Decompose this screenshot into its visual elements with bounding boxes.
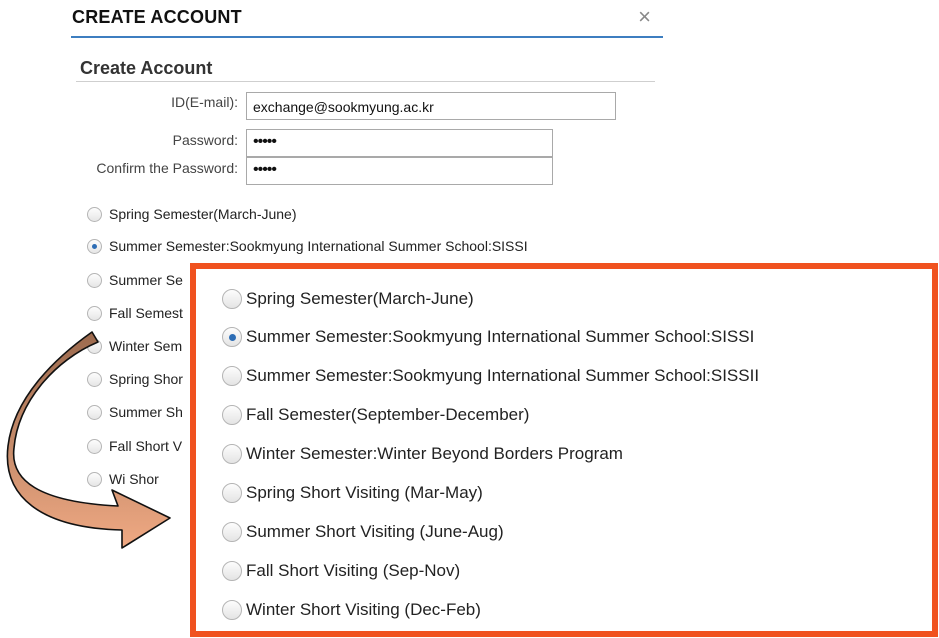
- radio-summer-short-zoom[interactable]: [222, 522, 242, 542]
- option-label: Fall Semest: [109, 305, 183, 321]
- option-label-zoom: Summer Short Visiting (June-Aug): [246, 522, 504, 541]
- option-label-zoom: Fall Short Visiting (Sep-Nov): [246, 561, 461, 580]
- section-title: Create Account: [80, 58, 213, 78]
- section-divider: [76, 81, 655, 82]
- option-label-zoom: Spring Short Visiting (Mar-May): [246, 483, 483, 502]
- dialog-header: CREATE ACCOUNT ×: [71, 0, 663, 38]
- dialog-title: CREATE ACCOUNT: [72, 7, 242, 27]
- close-button[interactable]: ×: [638, 4, 651, 30]
- radio-fall-semester-zoom[interactable]: [222, 405, 242, 425]
- option-label-zoom: Winter Short Visiting (Dec-Feb): [246, 600, 481, 619]
- option-label-zoom: Fall Semester(September-December): [246, 405, 530, 424]
- confirm-password-input[interactable]: •••••: [246, 157, 553, 185]
- radio-winter-semester-zoom[interactable]: [222, 444, 242, 464]
- password-label: Password:: [172, 132, 238, 148]
- option-label: Summer Se: [109, 272, 183, 288]
- radio-summer-sissi-zoom[interactable]: [222, 327, 242, 347]
- option-label-zoom: Winter Semester:Winter Beyond Borders Pr…: [246, 444, 623, 463]
- radio-winter-short-zoom[interactable]: [222, 600, 242, 620]
- radio-summer-sissi[interactable]: [87, 239, 102, 254]
- radio-summer-sissii-zoom[interactable]: [222, 366, 242, 386]
- curved-arrow-icon: [6, 331, 171, 549]
- id-label: ID(E-mail):: [171, 94, 238, 110]
- radio-fall-semester[interactable]: [87, 306, 102, 321]
- option-label: Summer Semester:Sookmyung International …: [109, 238, 528, 254]
- confirm-password-label: Confirm the Password:: [96, 160, 238, 176]
- option-label-zoom: Summer Semester:Sookmyung International …: [246, 366, 760, 385]
- radio-summer-sissii[interactable]: [87, 273, 102, 288]
- option-label-zoom: Summer Semester:Sookmyung International …: [246, 327, 755, 346]
- option-label-zoom: Spring Semester(March-June): [246, 289, 474, 308]
- radio-spring-semester-zoom[interactable]: [222, 289, 242, 309]
- option-label: Spring Semester(March-June): [109, 206, 297, 222]
- radio-spring-semester[interactable]: [87, 207, 102, 222]
- radio-spring-short-zoom[interactable]: [222, 483, 242, 503]
- radio-fall-short-zoom[interactable]: [222, 561, 242, 581]
- id-email-input[interactable]: exchange@sookmyung.ac.kr: [246, 92, 616, 120]
- zoomed-options-callout: Spring Semester(March-June) Summer Semes…: [190, 263, 938, 637]
- password-input[interactable]: •••••: [246, 129, 553, 157]
